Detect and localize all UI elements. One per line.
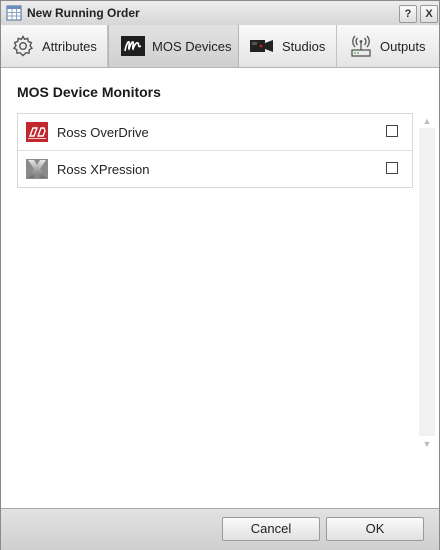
ok-button[interactable]: OK bbox=[326, 517, 424, 541]
scroll-down-arrow-icon[interactable]: ▼ bbox=[419, 437, 435, 451]
gear-icon bbox=[11, 34, 35, 61]
cancel-button[interactable]: Cancel bbox=[222, 517, 320, 541]
tab-mos-devices-label: MOS Devices bbox=[152, 39, 232, 54]
device-checkbox[interactable] bbox=[386, 125, 398, 137]
grid-app-icon bbox=[6, 5, 22, 21]
device-row-ross-overdrive[interactable]: Ross OverDrive bbox=[18, 114, 412, 151]
close-button[interactable]: X bbox=[420, 5, 438, 23]
window-title: New Running Order bbox=[27, 6, 140, 20]
device-list: Ross OverDrive Ross XPression bbox=[17, 113, 413, 188]
help-button[interactable]: ? bbox=[399, 5, 417, 23]
tab-outputs-label: Outputs bbox=[380, 39, 426, 54]
ross-xpression-logo bbox=[26, 159, 48, 179]
dialog-window: New Running Order ? X Attributes MOS Dev… bbox=[0, 0, 440, 550]
device-name: Ross XPression bbox=[57, 162, 150, 177]
antenna-icon bbox=[349, 34, 373, 61]
dialog-footer: Cancel OK bbox=[1, 508, 439, 550]
scroll-up-arrow-icon[interactable]: ▲ bbox=[419, 114, 435, 128]
tab-bar: Attributes MOS Devices Studios Outputs bbox=[1, 25, 439, 68]
tab-attributes-label: Attributes bbox=[42, 39, 97, 54]
device-name: Ross OverDrive bbox=[57, 125, 149, 140]
vertical-scrollbar[interactable]: ▲ ▼ bbox=[419, 68, 435, 452]
ross-overdrive-logo bbox=[26, 122, 48, 142]
tab-studios-label: Studios bbox=[282, 39, 326, 54]
tab-mos-devices[interactable]: MOS Devices bbox=[108, 25, 239, 67]
tab-attributes[interactable]: Attributes bbox=[1, 25, 108, 67]
camera-icon bbox=[249, 34, 275, 61]
tab-studios[interactable]: Studios bbox=[239, 25, 337, 67]
mos-devices-icon bbox=[120, 34, 146, 61]
title-bar[interactable]: New Running Order ? X bbox=[1, 1, 439, 26]
section-title: MOS Device Monitors bbox=[17, 84, 161, 100]
scroll-track[interactable] bbox=[419, 128, 435, 436]
device-row-ross-xpression[interactable]: Ross XPression bbox=[18, 151, 412, 187]
tab-outputs[interactable]: Outputs bbox=[337, 25, 439, 67]
mos-devices-panel: MOS Device Monitors Ross OverDrive Ross … bbox=[1, 68, 439, 508]
device-checkbox[interactable] bbox=[386, 162, 398, 174]
